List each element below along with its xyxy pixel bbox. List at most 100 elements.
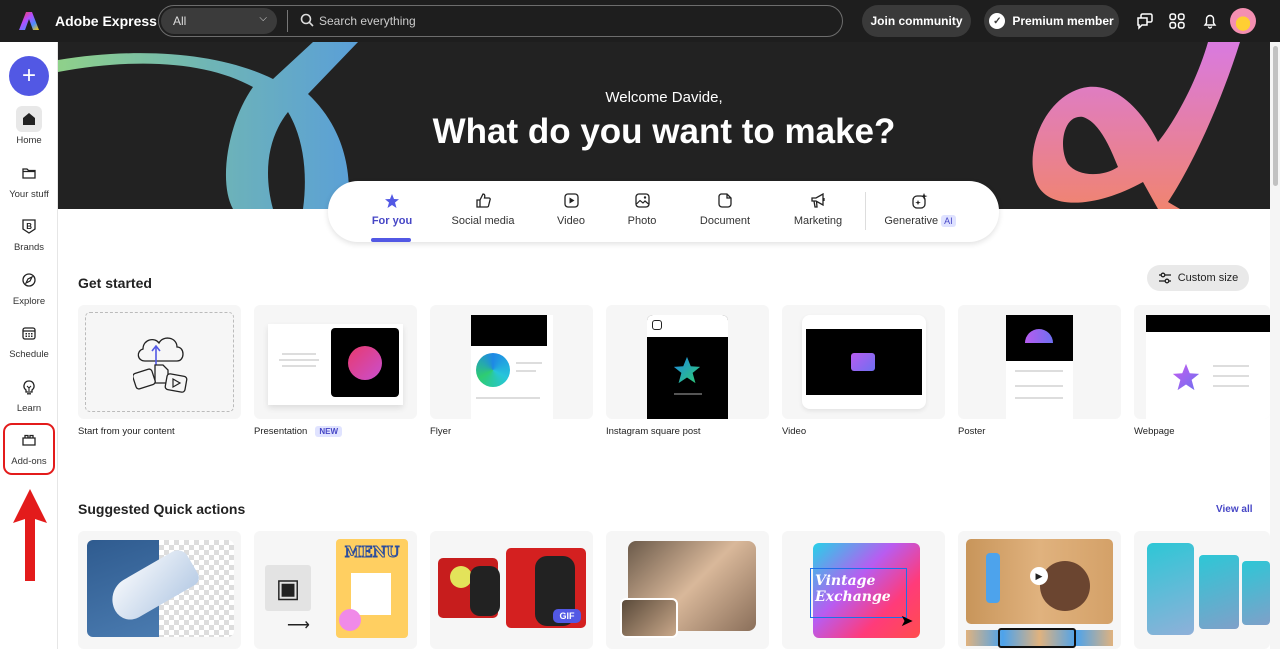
flyer-header [471,315,547,346]
tab-photo[interactable]: Photo [617,193,667,227]
template-card-poster[interactable] [958,305,1121,419]
calendar-icon [16,320,42,346]
photo-icon [617,193,667,209]
star-graphic [1172,363,1200,391]
folder-icon [16,160,42,186]
poster-line [1015,397,1063,399]
quick-action-convert-to-gif[interactable]: GIF [430,531,593,649]
star-icon [362,193,422,209]
tab-divider [865,192,866,230]
sidebar-item-label: Brands [13,242,45,253]
quick-action-qr-code[interactable]: ▣ ⟶ MENU [254,531,417,649]
qr-code-icon: ▣ [265,565,311,611]
search-scope-value: All [173,14,187,28]
join-community-button[interactable]: Join community [862,5,971,37]
tab-video[interactable]: Video [546,193,596,227]
search-input[interactable] [319,10,819,32]
tab-social-media[interactable]: Social media [448,193,518,227]
card-label: Video [782,426,807,437]
search-divider [287,10,288,32]
quick-actions-title: Suggested Quick actions [78,501,246,517]
star-graphic [673,356,701,384]
template-card-webpage[interactable] [1134,305,1270,419]
quick-action-remove-background[interactable] [78,531,241,649]
web-line [1213,375,1249,377]
active-tab-indicator [371,238,411,242]
sidebar-item-explore[interactable]: Explore [0,267,58,317]
sidebar-item-learn[interactable]: Learn [0,374,58,424]
scrollbar-thumb[interactable] [1273,46,1278,186]
template-card-start-from-content[interactable] [78,305,241,419]
custom-size-button[interactable]: Custom size [1147,265,1249,291]
hero-headline: What do you want to make? [432,112,896,151]
card-label: Instagram square post [606,426,701,437]
sidebar-item-label: Your stuff [9,189,49,200]
quick-action-edit-text[interactable]: Vintage Exchange ➤ [782,531,945,649]
sidebar-item-schedule[interactable]: Schedule [0,320,58,370]
play-icon: ▶ [1030,567,1048,585]
chat-icon[interactable] [1135,11,1155,31]
sidebar-item-label: Schedule [9,349,49,360]
tab-label: For you [371,215,413,227]
qr-code-image [351,573,391,615]
pie-graphic [348,346,382,380]
view-all-link[interactable]: View all [1216,504,1253,515]
person-image [1040,561,1090,611]
search-bar: All ⌵ [158,5,843,37]
template-card-flyer[interactable] [430,305,593,419]
slide-line [279,359,319,361]
flyer-line [476,397,540,399]
poster-line [1015,385,1063,387]
tab-document[interactable]: Document [695,193,755,227]
poster-line [1015,370,1063,372]
get-started-title: Get started [78,275,152,291]
bell-icon[interactable] [1200,11,1220,31]
flyer-line [516,362,542,364]
new-badge: NEW [315,426,343,437]
sidebar-item-home[interactable]: Home [0,106,58,156]
document-icon [695,193,755,209]
sidebar-item-label: Explore [12,296,46,307]
sidebar-item-brands[interactable]: B Brands [0,213,58,263]
card-label-text: Presentation [254,426,308,437]
apps-grid-icon[interactable] [1167,11,1187,31]
plus-icon: + [21,62,36,89]
template-card-video[interactable] [782,305,945,419]
premium-member-button[interactable]: ✓ Premium member [984,5,1119,37]
card-label: Flyer [430,426,452,437]
highlight-annotation-box [3,423,55,475]
welcome-message: Welcome Davide, [605,89,723,106]
megaphone-icon [788,193,848,209]
card-label: Webpage [1134,426,1175,437]
quick-action-crop-image[interactable] [606,531,769,649]
upload-cloud-icon [133,337,188,393]
post-line [674,393,702,395]
tab-label: Generative [884,215,939,227]
sliders-icon [1158,272,1171,284]
menu-poster: MENU [336,539,408,638]
top-bar: Adobe Express All ⌵ Join community ✓ Pre… [0,0,1280,42]
search-scope-dropdown[interactable]: All ⌵ [161,8,277,34]
tab-label: Video [557,215,585,227]
arrow-icon: ⟶ [287,617,310,634]
premium-member-label: Premium member [1012,14,1114,28]
quick-action-resize-video[interactable] [1134,531,1270,649]
web-line [1213,365,1249,367]
cropped-photo [620,598,678,638]
adobe-express-logo[interactable] [18,10,40,32]
avatar[interactable] [1230,8,1256,34]
quick-action-trim-video[interactable]: ▶ [958,531,1121,649]
video-portrait [1147,543,1194,635]
category-tab-bar: For you Social media Video Photo Documen… [328,181,999,242]
home-icon [16,106,42,132]
sparkle-icon [880,193,960,209]
create-new-button[interactable]: + [9,56,49,96]
template-card-presentation[interactable] [254,305,417,419]
tab-for-you[interactable]: For you [362,193,422,227]
template-card-instagram-square-post[interactable] [606,305,769,419]
compass-icon [16,267,42,293]
sidebar-item-your-stuff[interactable]: Your stuff [0,160,58,210]
tab-generative-ai[interactable]: Generative AI [880,193,960,227]
tab-marketing[interactable]: Marketing [788,193,848,227]
video-play-icon [546,193,596,209]
